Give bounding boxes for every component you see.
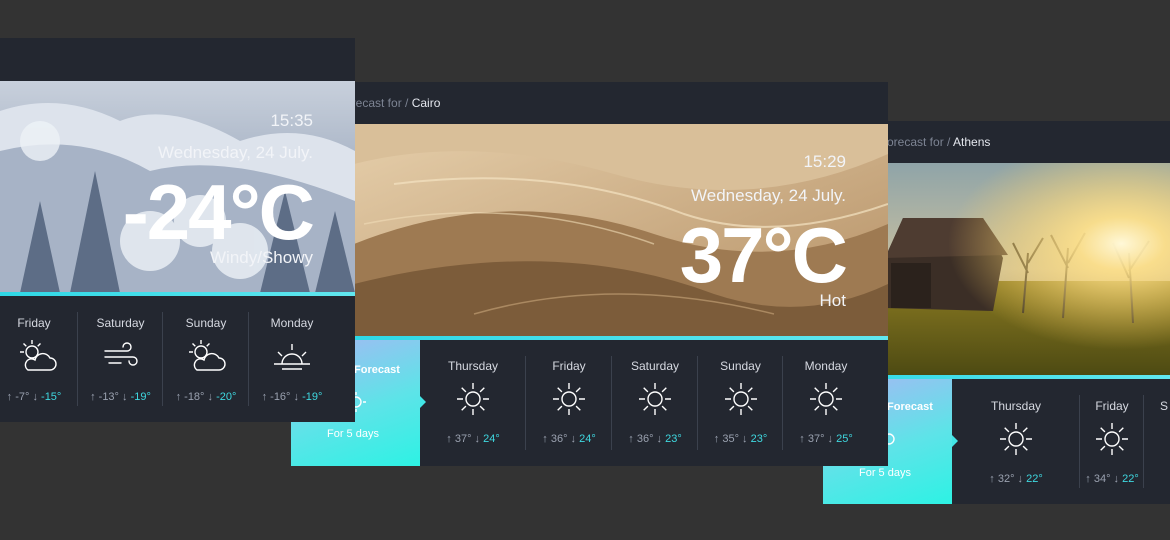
day-name: Friday (552, 359, 586, 373)
wind-icon (103, 342, 138, 366)
temperature-range: ↑ 32° ↓ 22° (989, 473, 1043, 485)
forecast-day[interactable]: Saturday ↑ 36° ↓ 23° (612, 340, 698, 466)
sun-icon (724, 383, 757, 415)
temperature-range: ↑ 34° ↓ 22° (1085, 473, 1139, 485)
day-name: Friday (17, 316, 51, 330)
forecast-tab-subtitle: For 5 days (327, 428, 379, 440)
day-name: Thursday (990, 399, 1042, 413)
current-time: 15:29 (803, 152, 846, 171)
forecast-day[interactable]: Sunday ↑ -18° ↓ -20° (163, 296, 249, 422)
temperature-range: ↑ -7° ↓ -15° (6, 391, 62, 403)
temperature-range: ↑ 36° ↓ 23° (628, 433, 682, 445)
breadcrumb: orecast for / Cairo (345, 96, 441, 110)
temperature-range: ↑ -16° ↓ -19° (261, 391, 323, 403)
sunrise-icon (274, 344, 310, 370)
forecast-day[interactable]: Friday ↑ 34° ↓ 22° (1080, 379, 1144, 504)
weather-hero-image: 15:29 Wednesday, 24 July. 37°C Hot (354, 124, 888, 336)
city-link[interactable]: Cairo (412, 96, 441, 110)
sun-icon (639, 383, 671, 415)
current-temperature: 37°C (679, 211, 848, 299)
temperature-range: ↑ 37° ↓ 25° (799, 433, 853, 445)
temperature-range: ↑ -18° ↓ -20° (175, 391, 237, 403)
day-name: Saturday (630, 359, 680, 373)
weather-hero-image: 15:35 Wednesday, 24 July. -24°C Windy/Sh… (0, 81, 355, 293)
forecast-strip: Forecast For 5 days Thursday ↑ 37° ↓ 24°… (291, 340, 888, 466)
forecast-day[interactable]: Sunday ↑ 35° ↓ 23° (698, 340, 783, 466)
forecast-day[interactable]: Monday ↑ -16° ↓ -19° (249, 296, 335, 422)
current-date: Wednesday, 24 July. (158, 143, 313, 162)
city-link[interactable]: Athens (953, 135, 990, 149)
day-name: S (1160, 399, 1169, 413)
forecast-tab-title: Forecast (354, 364, 400, 376)
forecast-strip: Friday ↑ -7° ↓ -15° Saturday ↑ -13° ↓ -1… (0, 296, 355, 422)
day-name: Thursday (447, 359, 499, 373)
temperature-range: ↑ -13° ↓ -19° (90, 391, 151, 403)
forecast-day[interactable]: Thursday ↑ 37° ↓ 24° (420, 340, 526, 466)
partly-cloudy-icon (20, 340, 57, 371)
current-condition: Windy/Showy (210, 248, 313, 267)
sun-icon (553, 383, 585, 415)
weather-card-cairo: orecast for / Cairo 15:29 Wednesday, 24 … (291, 82, 888, 466)
forecast-day[interactable]: S (1144, 379, 1170, 504)
day-name: Monday (804, 359, 848, 373)
current-temperature: -24°C (122, 168, 315, 256)
forecast-day[interactable]: Friday ↑ 36° ↓ 24° (526, 340, 612, 466)
forecast-day[interactable]: Saturday ↑ -13° ↓ -19° (78, 296, 163, 422)
forecast-tab-title: Forecast (887, 401, 933, 413)
card-header: orecast for / Cairo (345, 82, 888, 124)
forecast-day[interactable]: Friday ↑ -7° ↓ -15° (0, 296, 78, 422)
weather-card-snow: 15:35 Wednesday, 24 July. -24°C Windy/Sh… (0, 38, 355, 422)
temperature-range: ↑ 36° ↓ 24° (542, 433, 596, 445)
day-name: Sunday (720, 359, 761, 373)
forecast-day[interactable]: Thursday ↑ 32° ↓ 22° (952, 379, 1080, 504)
current-condition: Hot (819, 291, 846, 310)
sun-icon (457, 383, 489, 415)
sun-icon (1096, 423, 1128, 455)
breadcrumb: orecast for / Athens (887, 135, 991, 149)
forecast-tab-subtitle: For 5 days (859, 467, 911, 479)
sun-icon (1000, 423, 1032, 455)
day-name: Saturday (96, 316, 145, 330)
day-name: Sunday (185, 316, 227, 330)
forecast-day[interactable]: Monday ↑ 37° ↓ 25° (783, 340, 869, 466)
sun-icon (810, 383, 842, 415)
partly-cloudy-icon (189, 340, 226, 371)
temperature-range: ↑ 37° ↓ 24° (446, 433, 500, 445)
day-name: Friday (1095, 399, 1129, 413)
temperature-range: ↑ 35° ↓ 23° (713, 433, 768, 445)
current-time: 15:35 (270, 111, 313, 130)
current-date: Wednesday, 24 July. (691, 186, 846, 205)
day-name: Monday (270, 316, 314, 330)
